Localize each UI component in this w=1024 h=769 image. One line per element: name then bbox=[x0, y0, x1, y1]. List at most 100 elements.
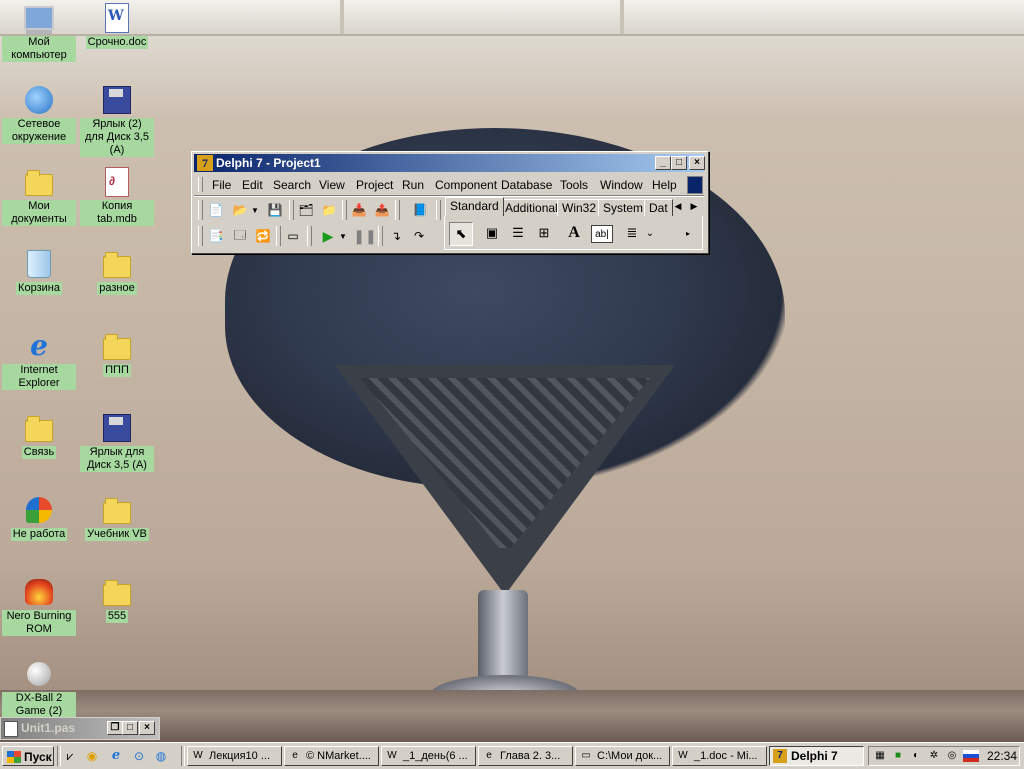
tlabel-icon[interactable]: A bbox=[563, 222, 585, 244]
new-form-icon[interactable]: ▭ bbox=[283, 226, 303, 246]
tab-additional[interactable]: Additional bbox=[500, 199, 563, 216]
run-icon[interactable]: ▶ bbox=[318, 226, 338, 246]
trace-into-icon[interactable]: ↴ bbox=[386, 226, 406, 246]
save-icon[interactable]: 💾 bbox=[265, 200, 285, 220]
remove-file-icon[interactable]: 📤 bbox=[372, 200, 392, 220]
desktop-icon-ppp[interactable]: ППП bbox=[80, 330, 154, 377]
tab-system[interactable]: System bbox=[598, 199, 649, 216]
quicklaunch-outlook-icon[interactable]: ◉ bbox=[84, 748, 100, 764]
desktop-icon-my-documents[interactable]: Мои документы bbox=[2, 166, 76, 226]
menu-search[interactable]: Search bbox=[273, 178, 311, 192]
desktop-icon-label: Корзина bbox=[16, 282, 62, 295]
menu-tools[interactable]: Tools bbox=[560, 178, 588, 192]
taskbar-button-nmarket[interactable]: e © NMarket.... bbox=[284, 746, 379, 766]
maximize-button[interactable]: □ bbox=[671, 156, 687, 170]
tab-scroll-right-icon[interactable]: ▶ bbox=[687, 199, 701, 213]
tray-usb-icon[interactable]: ✲ bbox=[927, 749, 941, 763]
quicklaunch-browser-icon[interactable]: ◍ bbox=[153, 748, 169, 764]
desktop-icon-recycle-bin[interactable]: Корзина bbox=[2, 248, 76, 295]
tpopupmenu-icon[interactable]: ⊞ bbox=[533, 222, 555, 244]
desktop-icon-label: Ярлык для Диск 3,5 (A) bbox=[80, 446, 154, 472]
palette-more-icon[interactable]: ⌄ bbox=[643, 222, 657, 244]
taskbar-button-lekciya10[interactable]: W Лекция10 ... bbox=[187, 746, 282, 766]
folder-icon: ▭ bbox=[581, 750, 591, 761]
menu-run[interactable]: Run bbox=[402, 178, 424, 192]
taskbar-button-moi-dokumenty[interactable]: ▭ C:\Мои док... bbox=[575, 746, 670, 766]
taskbar-button-1-doc[interactable]: W _1.doc - Mi... bbox=[672, 746, 767, 766]
run-dropdown-arrow-icon[interactable]: ▼ bbox=[338, 226, 348, 246]
start-button[interactable]: Пуск bbox=[2, 746, 54, 766]
desktop-icon-floppy-shortcut-2[interactable]: Ярлык (2) для Диск 3,5 (A) bbox=[80, 84, 154, 157]
desktop-icon-555[interactable]: 555 bbox=[80, 576, 154, 623]
menu-edit[interactable]: Edit bbox=[242, 178, 263, 192]
desktop-icon-nero[interactable]: Nero Burning ROM bbox=[2, 576, 76, 636]
taskbar-button-glava2[interactable]: e Глава 2. 3... bbox=[478, 746, 573, 766]
taskbar-button-1-den[interactable]: W _1_день(6 ... bbox=[381, 746, 476, 766]
open-dropdown-arrow-icon[interactable]: ▼ bbox=[250, 200, 260, 220]
menu-help[interactable]: Help bbox=[652, 178, 677, 192]
taskbar-button-delphi[interactable]: 7 Delphi 7 bbox=[769, 746, 864, 766]
desktop-icon-label: Не работа bbox=[10, 528, 68, 541]
desktop-icon-ne-rabota[interactable]: Не работа bbox=[2, 494, 76, 541]
desktop-icon-internet-explorer[interactable]: e Internet Explorer bbox=[2, 330, 76, 390]
maximize-button[interactable]: □ bbox=[122, 721, 138, 735]
menu-component[interactable]: Component bbox=[435, 178, 497, 192]
quicklaunch-media-player-icon[interactable]: ⊙ bbox=[131, 748, 147, 764]
pointer-tool-icon[interactable]: ⬉ bbox=[449, 222, 473, 246]
open-project-icon[interactable]: 📁 bbox=[319, 200, 339, 220]
desktop-icon-svyaz[interactable]: Связь bbox=[2, 412, 76, 459]
tab-win32[interactable]: Win32 bbox=[557, 199, 602, 216]
tmemo-icon[interactable]: ≣ bbox=[621, 222, 643, 244]
step-over-icon[interactable]: ↷ bbox=[409, 226, 429, 246]
tray-antivirus-icon[interactable]: ◎ bbox=[945, 749, 959, 763]
menu-file[interactable]: File bbox=[212, 178, 231, 192]
desktop-icon-floppy-shortcut[interactable]: Ярлык для Диск 3,5 (A) bbox=[80, 412, 154, 472]
menu-view[interactable]: View bbox=[319, 178, 345, 192]
view-unit-icon[interactable]: 📑 bbox=[206, 226, 226, 246]
pause-icon[interactable]: ❚❚ bbox=[353, 226, 376, 246]
close-button[interactable]: × bbox=[689, 156, 705, 170]
desktop-layout-combo[interactable] bbox=[687, 176, 703, 194]
nero-icon bbox=[25, 579, 53, 605]
tab-data-access[interactable]: Dat bbox=[644, 199, 673, 216]
internet-explorer-icon: e bbox=[30, 329, 48, 362]
close-button[interactable]: × bbox=[139, 721, 155, 735]
save-all-icon[interactable]: 🗂 bbox=[296, 200, 316, 220]
tmainmenu-icon[interactable]: ☰ bbox=[507, 222, 529, 244]
tab-standard[interactable]: Standard bbox=[445, 197, 504, 216]
new-items-icon[interactable]: 📄 bbox=[206, 200, 226, 220]
quicklaunch-ie-icon[interactable]: e bbox=[108, 748, 124, 764]
minimize-button[interactable]: _ bbox=[655, 156, 671, 170]
desktop-icon-network-places[interactable]: Сетевое окружение bbox=[2, 84, 76, 144]
tray-network-icon[interactable]: ▦ bbox=[873, 749, 887, 763]
palette-scroll-right-icon[interactable]: ▸ bbox=[681, 222, 695, 244]
tray-status-icon[interactable]: ■ bbox=[891, 749, 905, 763]
tframes-icon[interactable]: ▣ bbox=[481, 222, 503, 244]
delphi-logo-icon[interactable]: 7 bbox=[197, 155, 213, 171]
quicklaunch-show-desktop-icon[interactable]: ⩗ bbox=[62, 748, 78, 764]
view-form-icon[interactable]: 🗔 bbox=[230, 226, 250, 246]
tray-volume-icon[interactable]: ◐ bbox=[909, 749, 923, 763]
desktop-icon-dx-ball[interactable]: DX-Ball 2 Game (2) bbox=[2, 658, 76, 718]
restore-button[interactable]: ❐ bbox=[107, 721, 123, 735]
delphi-titlebar[interactable]: 7 Delphi 7 - Project1 _ □ × bbox=[194, 154, 705, 172]
help-contents-icon[interactable]: 📘 bbox=[410, 200, 430, 220]
tedit-icon[interactable]: ab| bbox=[591, 225, 613, 243]
menu-database[interactable]: Database bbox=[501, 178, 552, 192]
desktop-icon-label: Мои документы bbox=[2, 200, 76, 226]
tray-clock[interactable]: 22:34 bbox=[987, 749, 1017, 763]
toggle-form-unit-icon[interactable]: 🔁 bbox=[253, 226, 273, 246]
desktop-icon-srochno-doc[interactable]: W Срочно.doc bbox=[80, 2, 154, 49]
desktop-icon-raznoe[interactable]: разное bbox=[80, 248, 154, 295]
desktop-icon-uchebnik-vb[interactable]: Учебник VB bbox=[80, 494, 154, 541]
open-icon[interactable]: 📂 bbox=[230, 200, 250, 220]
desktop-icon-my-computer[interactable]: Мой компьютер bbox=[2, 2, 76, 62]
menu-project[interactable]: Project bbox=[356, 178, 393, 192]
desktop-icon-label: 555 bbox=[105, 610, 129, 623]
menu-window[interactable]: Window bbox=[600, 178, 643, 192]
desktop-icon-tab-mdb[interactable]: ∂ Копия tab.mdb bbox=[80, 166, 154, 226]
minimized-unit1-window[interactable]: Unit1.pas ❐ □ × bbox=[0, 717, 160, 740]
tray-language-icon[interactable] bbox=[963, 750, 979, 762]
add-file-icon[interactable]: 📥 bbox=[349, 200, 369, 220]
tab-scroll-left-icon[interactable]: ◀ bbox=[671, 199, 685, 213]
